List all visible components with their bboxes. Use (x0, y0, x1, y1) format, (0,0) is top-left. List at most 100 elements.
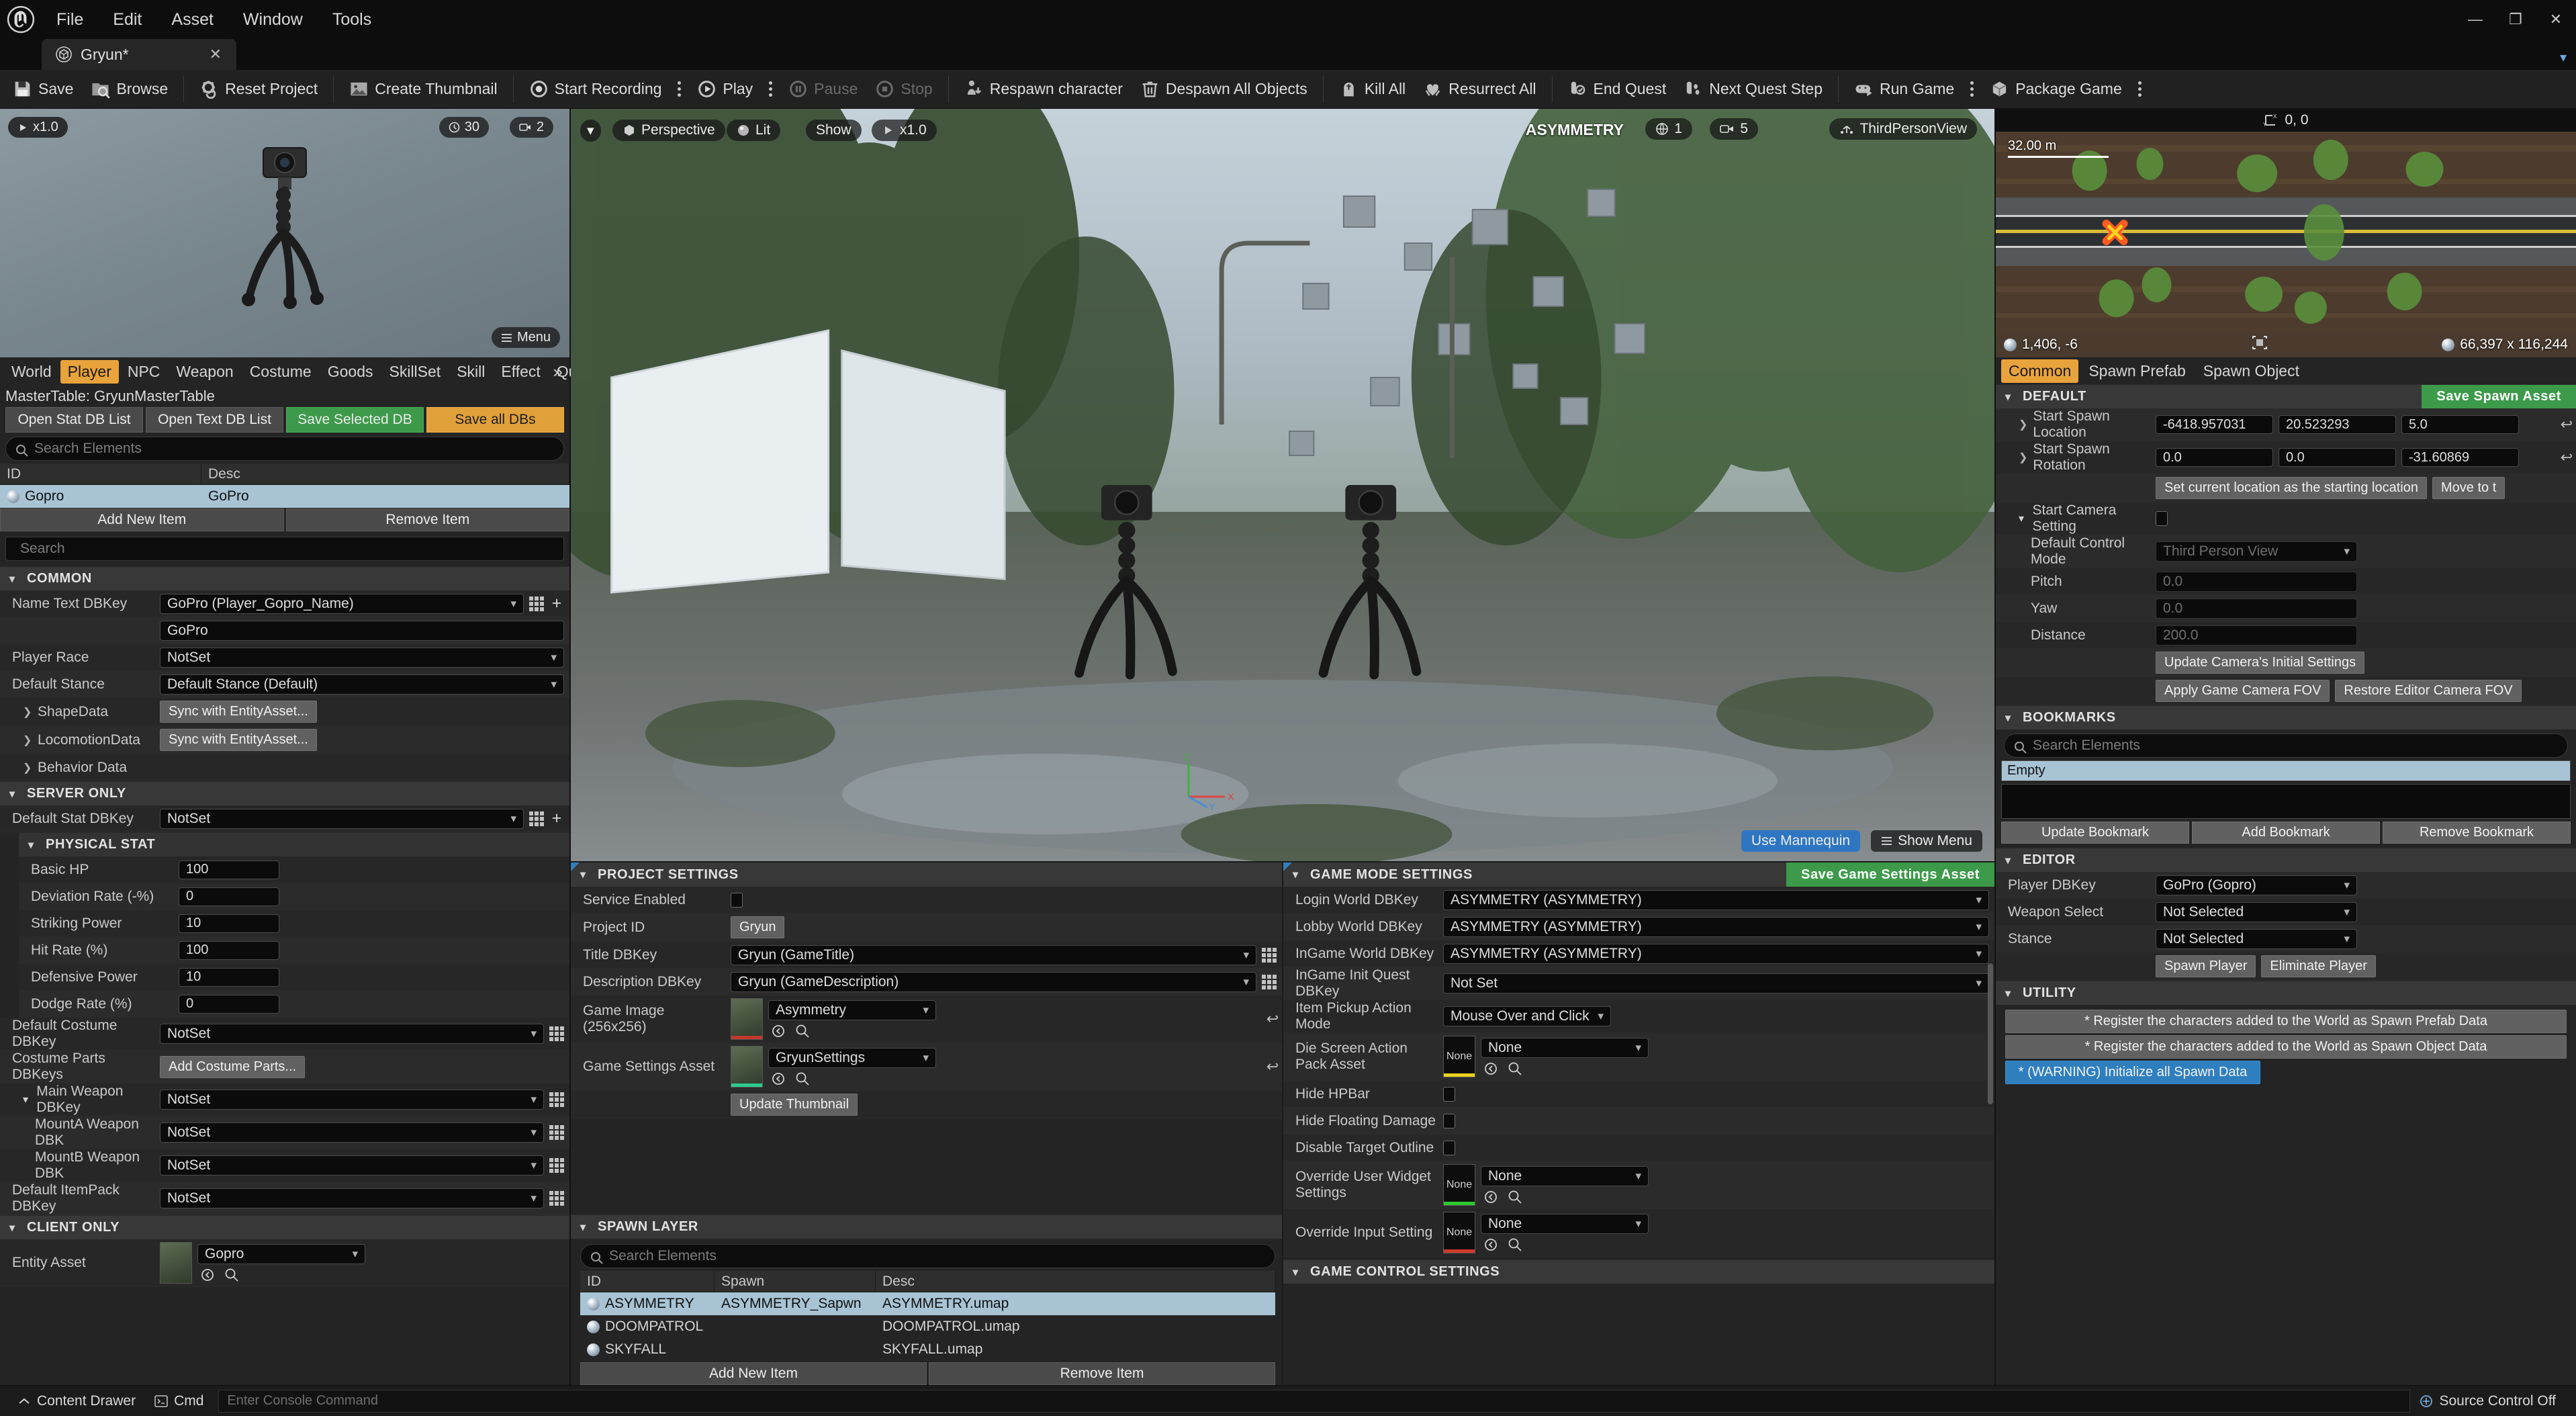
show-menu-toggle[interactable]: Show Menu (1871, 830, 1982, 852)
category-header-server-only[interactable]: ▾ SERVER ONLY (0, 781, 569, 805)
move-to-button[interactable]: Move to t (2432, 477, 2505, 499)
lighting-mode-button[interactable]: Lit (727, 120, 781, 141)
dropdown[interactable]: NotSet ▾ (160, 647, 564, 668)
table-row[interactable]: Gopro GoPro (0, 485, 569, 508)
browse-to-asset-icon[interactable] (771, 1024, 786, 1038)
category-header-client-only[interactable]: ▾ CLIENT ONLY (0, 1215, 569, 1239)
browse-to-asset-icon[interactable] (1483, 1190, 1498, 1204)
grid-picker-icon[interactable] (549, 1092, 564, 1107)
db-tab-goods[interactable]: Goods (320, 360, 381, 384)
checkbox[interactable] (1443, 1113, 1455, 1129)
close-icon[interactable]: ✕ (205, 46, 226, 63)
minimap-panel[interactable]: XY 0, 0 32.00 m 1,406, -6 66,397 x 116,2… (1996, 109, 2576, 357)
kill-all-button[interactable]: Kill All (1330, 73, 1414, 105)
asset-preview-viewport[interactable]: x1.0 30 2 Menu (0, 109, 569, 357)
run-game-options-kebab[interactable] (1963, 73, 1981, 105)
revert-icon[interactable]: ↩ (2557, 416, 2576, 433)
db-tab-skill[interactable]: Skill (449, 360, 492, 384)
resurrect-all-button[interactable]: Resurrect All (1414, 73, 1545, 105)
chevron-right-icon[interactable]: ❯ (2019, 418, 2027, 431)
set-current-location-button[interactable]: Set current location as the starting loc… (2156, 477, 2427, 499)
game-mode-settings-header[interactable]: ▾ GAME MODE SETTINGS Save Game Settings … (1283, 862, 1994, 887)
details-scroll-area[interactable]: ▾ COMMON Name Text DBKey GoPro (Player_Gopr… (0, 566, 569, 1385)
db-tab-weapon[interactable]: Weapon (169, 360, 240, 384)
play-options-kebab[interactable] (762, 73, 780, 105)
right-tab-spawn-object[interactable]: Spawn Object (2196, 359, 2307, 383)
add-icon[interactable]: + (549, 594, 564, 611)
asset-dropdown[interactable]: None ▾ (1481, 1037, 1649, 1058)
right-tab-common[interactable]: Common (2001, 359, 2079, 383)
run-game-button[interactable]: Run Game (1845, 73, 1963, 105)
restore-editor-camera-fov-button[interactable]: Restore Editor Camera FOV (2335, 680, 2522, 702)
vector-field-z[interactable]: -31.60869 (2401, 448, 2519, 467)
despawn-all-objects-button[interactable]: Despawn All Objects (1132, 73, 1316, 105)
bookmarks-search-input[interactable] (2033, 738, 2558, 754)
table-row[interactable]: SKYFALL SKYFALL.umap (580, 1338, 1275, 1361)
start-recording-button[interactable]: Start Recording (520, 73, 671, 105)
apply-game-camera-fov-button[interactable]: Apply Game Camera FOV (2156, 680, 2330, 702)
menu-file[interactable]: File (42, 0, 98, 39)
utility-section-header[interactable]: ▾ UTILITY (1996, 981, 2576, 1005)
details-search-input[interactable] (20, 541, 555, 557)
grid-picker-icon[interactable] (529, 811, 544, 826)
asset-dropdown[interactable]: Asymmetry ▾ (768, 1000, 936, 1020)
add-new-item-button[interactable]: Add New Item (0, 508, 284, 531)
dropdown[interactable]: Gryun (GameDescription) ▾ (731, 971, 1256, 992)
dropdown[interactable]: NotSet ▾ (160, 1024, 544, 1044)
dropdown[interactable]: Mouse Over and Click ▾ (1443, 1006, 1611, 1026)
search-asset-icon[interactable] (795, 1024, 810, 1038)
package-game-options-kebab[interactable] (2131, 73, 2149, 105)
grid-picker-icon[interactable] (1262, 974, 1277, 989)
vector-field-y[interactable]: 20.523293 (2279, 415, 2396, 434)
spawn-layer-search-input[interactable] (609, 1248, 1265, 1264)
bookmark-button-remove-bookmark[interactable]: Remove Bookmark (2383, 822, 2571, 844)
menu-tools[interactable]: Tools (318, 0, 386, 39)
db-tab-effect[interactable]: Effect (494, 360, 547, 384)
dropdown[interactable]: NotSet ▾ (160, 1188, 544, 1208)
spawn-layer-header[interactable]: ▾ SPAWN LAYER (571, 1214, 1282, 1239)
number-input[interactable]: 0 (179, 994, 279, 1014)
stop-button[interactable]: Stop (866, 73, 941, 105)
save-button[interactable]: Save (4, 73, 82, 105)
search-asset-icon[interactable] (1508, 1190, 1522, 1204)
checkbox[interactable] (1443, 1086, 1455, 1102)
eliminate-player-button[interactable]: Eliminate Player (2261, 955, 2376, 977)
close-window-button[interactable]: ✕ (2536, 0, 2576, 39)
project-settings-header[interactable]: ▾ PROJECT SETTINGS (571, 862, 1282, 887)
action-button[interactable]: Sync with EntityAsset... (160, 701, 317, 723)
grid-picker-icon[interactable] (549, 1026, 564, 1041)
add-icon[interactable]: + (549, 809, 564, 826)
db-button-save-selected-db[interactable]: Save Selected DB (286, 407, 424, 433)
action-button[interactable]: Sync with EntityAsset... (160, 729, 317, 751)
update-camera-initial-settings-button[interactable]: Update Camera's Initial Settings (2156, 652, 2365, 674)
create-thumbnail-button[interactable]: Create Thumbnail (340, 73, 506, 105)
db-button-open-text-db-list[interactable]: Open Text DB List (146, 407, 283, 433)
spawn-add-new-item-button[interactable]: Add New Item (580, 1362, 927, 1385)
preview-scale-badge[interactable]: x1.0 (8, 117, 68, 138)
dropdown[interactable]: ASYMMETRY (ASYMMETRY) ▾ (1443, 889, 1989, 910)
number-input[interactable]: 0 (179, 887, 279, 906)
grid-picker-icon[interactable] (529, 596, 544, 611)
category-header-common[interactable]: ▾ COMMON (0, 566, 569, 590)
grid-picker-icon[interactable] (549, 1158, 564, 1173)
chevron-right-icon[interactable]: ❯ (23, 705, 32, 719)
search-asset-icon[interactable] (1508, 1237, 1522, 1252)
chevron-down-icon[interactable]: ▾ (23, 1093, 31, 1106)
recording-options-kebab[interactable] (670, 73, 688, 105)
right-tab-spawn-prefab[interactable]: Spawn Prefab (2081, 359, 2193, 383)
revert-icon[interactable]: ↩ (1263, 1010, 1282, 1028)
asset-dropdown[interactable]: None ▾ (1481, 1165, 1649, 1186)
viewport-options-button[interactable]: ▾ (580, 120, 601, 142)
number-input[interactable]: 10 (179, 914, 279, 933)
content-drawer-button[interactable]: Content Drawer (8, 1389, 145, 1413)
spawn-player-button[interactable]: Spawn Player (2156, 955, 2256, 977)
utility-button-0[interactable]: * Register the characters added to the W… (2005, 1010, 2567, 1033)
db-tab-skillset[interactable]: SkillSet (382, 360, 449, 384)
chevron-right-icon[interactable]: ❯ (23, 734, 32, 747)
view-mode-badge[interactable]: ThirdPersonView (1829, 118, 1977, 140)
maximize-button[interactable]: ❐ (2495, 0, 2536, 39)
bookmark-button-add-bookmark[interactable]: Add Bookmark (2192, 822, 2380, 844)
dropdown[interactable]: Not Set ▾ (1443, 973, 1989, 993)
menu-edit[interactable]: Edit (98, 0, 156, 39)
table-row[interactable]: ASYMMETRY ASYMMETRY_Sapwn ASYMMETRY.umap (580, 1292, 1275, 1315)
